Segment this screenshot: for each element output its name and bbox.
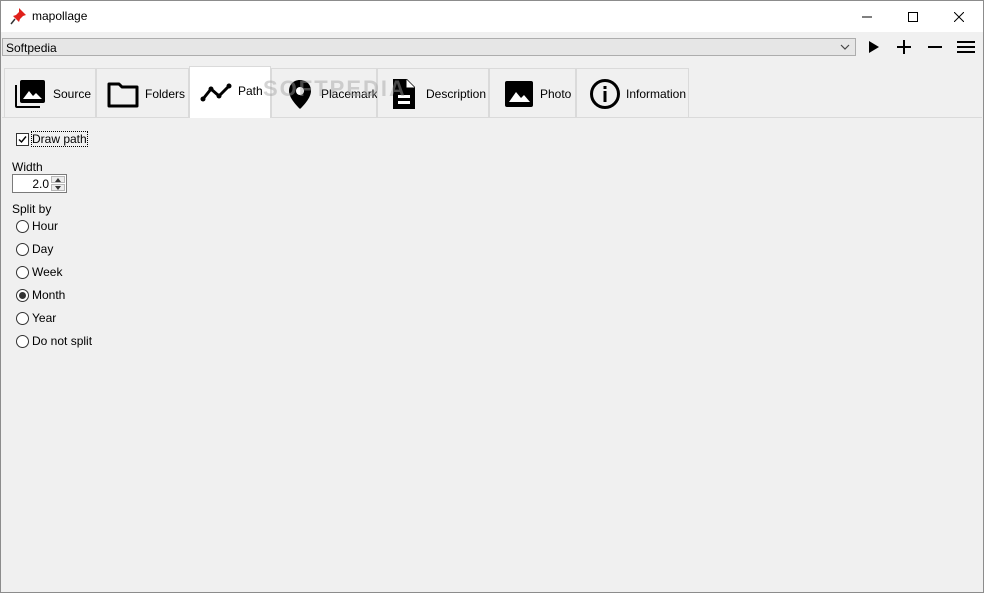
- tab-description[interactable]: Description: [377, 68, 489, 117]
- tab-description-label: Description: [426, 87, 487, 101]
- maximize-icon: [908, 11, 918, 22]
- window-title: mapollage: [32, 9, 88, 23]
- split-label-do-not-split[interactable]: Do not split: [32, 334, 92, 348]
- split-label-hour[interactable]: Hour: [32, 219, 58, 233]
- profile-dropdown[interactable]: Softpedia: [2, 38, 856, 56]
- plus-icon: [897, 40, 911, 54]
- info-icon: [590, 79, 620, 109]
- tab-source-label: Source: [53, 87, 92, 101]
- tab-information[interactable]: Information: [576, 68, 689, 117]
- tab-path-label: Path: [238, 84, 263, 98]
- tab-folders-label: Folders: [145, 87, 186, 101]
- spinner-down-button[interactable]: [51, 184, 65, 191]
- play-icon: [869, 41, 879, 53]
- maximize-button[interactable]: [890, 1, 936, 32]
- folder-icon: [107, 82, 139, 108]
- photo-icon: [505, 81, 533, 107]
- close-icon: [954, 11, 964, 22]
- caret-down-icon: [55, 185, 61, 190]
- tab-photo-label: Photo: [540, 87, 572, 101]
- minus-icon: [928, 46, 942, 48]
- path-panel: Draw path Width 2.0 Split by Hour Day Week…: [2, 117, 982, 592]
- tab-path[interactable]: Path: [189, 66, 271, 118]
- tab-source[interactable]: Source: [4, 68, 96, 117]
- split-radio-day[interactable]: [16, 243, 29, 256]
- radio-selected-dot: [19, 292, 26, 299]
- title-bar: mapollage: [1, 1, 983, 32]
- minimize-button[interactable]: [844, 1, 890, 32]
- split-by-label: Split by: [12, 202, 52, 216]
- tab-placemark-label: Placemark: [321, 87, 378, 101]
- tab-bar: Source Folders Path Placemark Descriptio…: [1, 66, 983, 118]
- split-label-week[interactable]: Week: [32, 265, 62, 279]
- document-icon: [393, 79, 415, 109]
- close-button[interactable]: [936, 1, 982, 32]
- split-label-year[interactable]: Year: [32, 311, 56, 325]
- tab-photo[interactable]: Photo: [489, 68, 576, 117]
- minimize-icon: [862, 16, 872, 17]
- draw-path-label[interactable]: Draw path: [31, 131, 88, 147]
- profile-dropdown-value: Softpedia: [6, 41, 57, 55]
- split-radio-hour[interactable]: [16, 220, 29, 233]
- app-window: mapollage Softpedia Source Folders Path …: [0, 0, 984, 593]
- width-label: Width: [12, 160, 43, 174]
- width-value: 2.0: [32, 177, 49, 191]
- draw-path-checkbox[interactable]: [16, 133, 29, 146]
- add-profile-button[interactable]: [892, 36, 916, 58]
- source-images-icon: [15, 80, 45, 108]
- map-pin-icon: [289, 80, 311, 109]
- tab-information-label: Information: [626, 87, 687, 101]
- split-radio-do-not-split[interactable]: [16, 335, 29, 348]
- menu-icon: [957, 41, 975, 53]
- path-line-icon: [200, 83, 232, 102]
- tab-placemark[interactable]: Placemark: [271, 68, 378, 117]
- caret-up-icon: [55, 177, 61, 182]
- split-label-day[interactable]: Day: [32, 242, 53, 256]
- split-radio-month[interactable]: [16, 289, 29, 302]
- width-spinner[interactable]: 2.0: [12, 174, 67, 193]
- toolbar: Softpedia: [1, 32, 983, 61]
- run-button[interactable]: [862, 36, 886, 58]
- width-spinner-buttons: [51, 176, 65, 191]
- app-pushpin-icon: [10, 7, 28, 25]
- tab-folders[interactable]: Folders: [96, 68, 189, 117]
- chevron-down-icon: [840, 44, 850, 50]
- menu-button[interactable]: [954, 36, 978, 58]
- checkmark-icon: [18, 136, 27, 144]
- split-label-month[interactable]: Month: [32, 288, 65, 302]
- split-radio-week[interactable]: [16, 266, 29, 279]
- spinner-up-button[interactable]: [51, 176, 65, 183]
- remove-profile-button[interactable]: [923, 36, 947, 58]
- split-radio-year[interactable]: [16, 312, 29, 325]
